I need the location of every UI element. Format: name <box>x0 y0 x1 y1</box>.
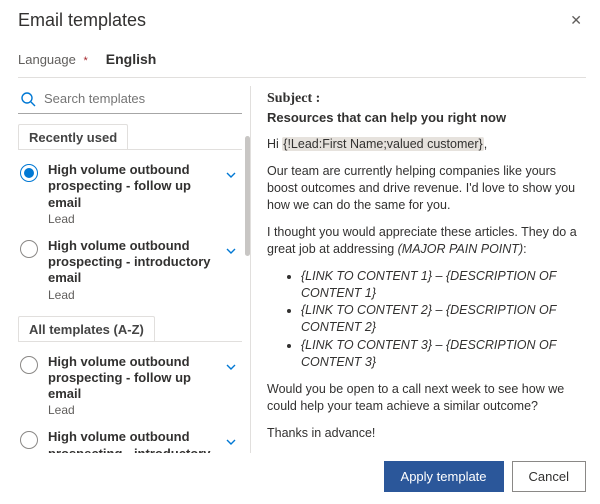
template-entity: Lead <box>48 403 214 417</box>
chevron-down-icon[interactable] <box>224 360 238 374</box>
language-row: Language * English <box>18 51 586 67</box>
template-item[interactable]: High volume outbound prospecting - follo… <box>18 156 242 232</box>
template-item[interactable]: High volume outbound prospecting - intro… <box>18 232 242 308</box>
search-input[interactable] <box>42 90 240 107</box>
cancel-button[interactable]: Cancel <box>512 461 586 492</box>
language-value[interactable]: English <box>106 51 157 67</box>
body-greeting: Hi {!Lead:First Name;valued customer}, <box>267 136 582 153</box>
preview-panel: Subject : Resources that can help you ri… <box>250 86 586 453</box>
body-paragraph: Thanks in advance! <box>267 425 582 442</box>
group-all-header: All templates (A-Z) <box>18 316 155 341</box>
body-paragraph: I thought you would appreciate these art… <box>267 224 582 258</box>
apply-template-button[interactable]: Apply template <box>384 461 504 492</box>
template-name: High volume outbound prospecting - intro… <box>48 238 214 287</box>
template-name: High volume outbound prospecting - intro… <box>48 429 214 453</box>
radio-unselected[interactable] <box>20 240 38 258</box>
body-paragraph: Would you be open to a call next week to… <box>267 381 582 415</box>
list-item: {LINK TO CONTENT 1} – {DESCRIPTION OF CO… <box>301 268 582 302</box>
template-list-panel: Recently used High volume outbound prosp… <box>18 86 250 453</box>
template-item[interactable]: High volume outbound prospecting - follo… <box>18 348 242 424</box>
group-recent-header: Recently used <box>18 124 128 149</box>
scrollbar-thumb[interactable] <box>245 136 250 256</box>
template-entity: Lead <box>48 288 214 302</box>
chevron-down-icon[interactable] <box>224 244 238 258</box>
search-icon <box>20 91 36 107</box>
subject-text: Resources that can help you right now <box>267 109 582 127</box>
required-indicator: * <box>83 55 87 67</box>
close-button[interactable]: ✕ <box>566 10 586 31</box>
chevron-down-icon[interactable] <box>224 168 238 182</box>
dialog-title: Email templates <box>18 10 146 31</box>
template-name: High volume outbound prospecting - follo… <box>48 354 214 403</box>
template-item[interactable]: High volume outbound prospecting - intro… <box>18 423 242 453</box>
merge-field: {!Lead:First Name;valued customer} <box>282 137 483 151</box>
language-label: Language <box>18 52 76 67</box>
chevron-down-icon[interactable] <box>224 435 238 449</box>
radio-unselected[interactable] <box>20 356 38 374</box>
radio-unselected[interactable] <box>20 431 38 449</box>
divider <box>18 77 586 78</box>
divider <box>18 149 242 150</box>
list-item: {LINK TO CONTENT 3} – {DESCRIPTION OF CO… <box>301 337 582 371</box>
search-field[interactable] <box>18 86 242 114</box>
radio-selected[interactable] <box>20 164 38 182</box>
divider <box>18 341 242 342</box>
close-icon: ✕ <box>570 12 582 28</box>
template-name: High volume outbound prospecting - follo… <box>48 162 214 211</box>
body-paragraph: Our team are currently helping companies… <box>267 163 582 214</box>
subject-label: Subject : <box>267 90 582 109</box>
content-link-list: {LINK TO CONTENT 1} – {DESCRIPTION OF CO… <box>267 268 582 371</box>
scrollbar[interactable] <box>245 136 250 453</box>
template-entity: Lead <box>48 212 214 226</box>
list-item: {LINK TO CONTENT 2} – {DESCRIPTION OF CO… <box>301 302 582 336</box>
